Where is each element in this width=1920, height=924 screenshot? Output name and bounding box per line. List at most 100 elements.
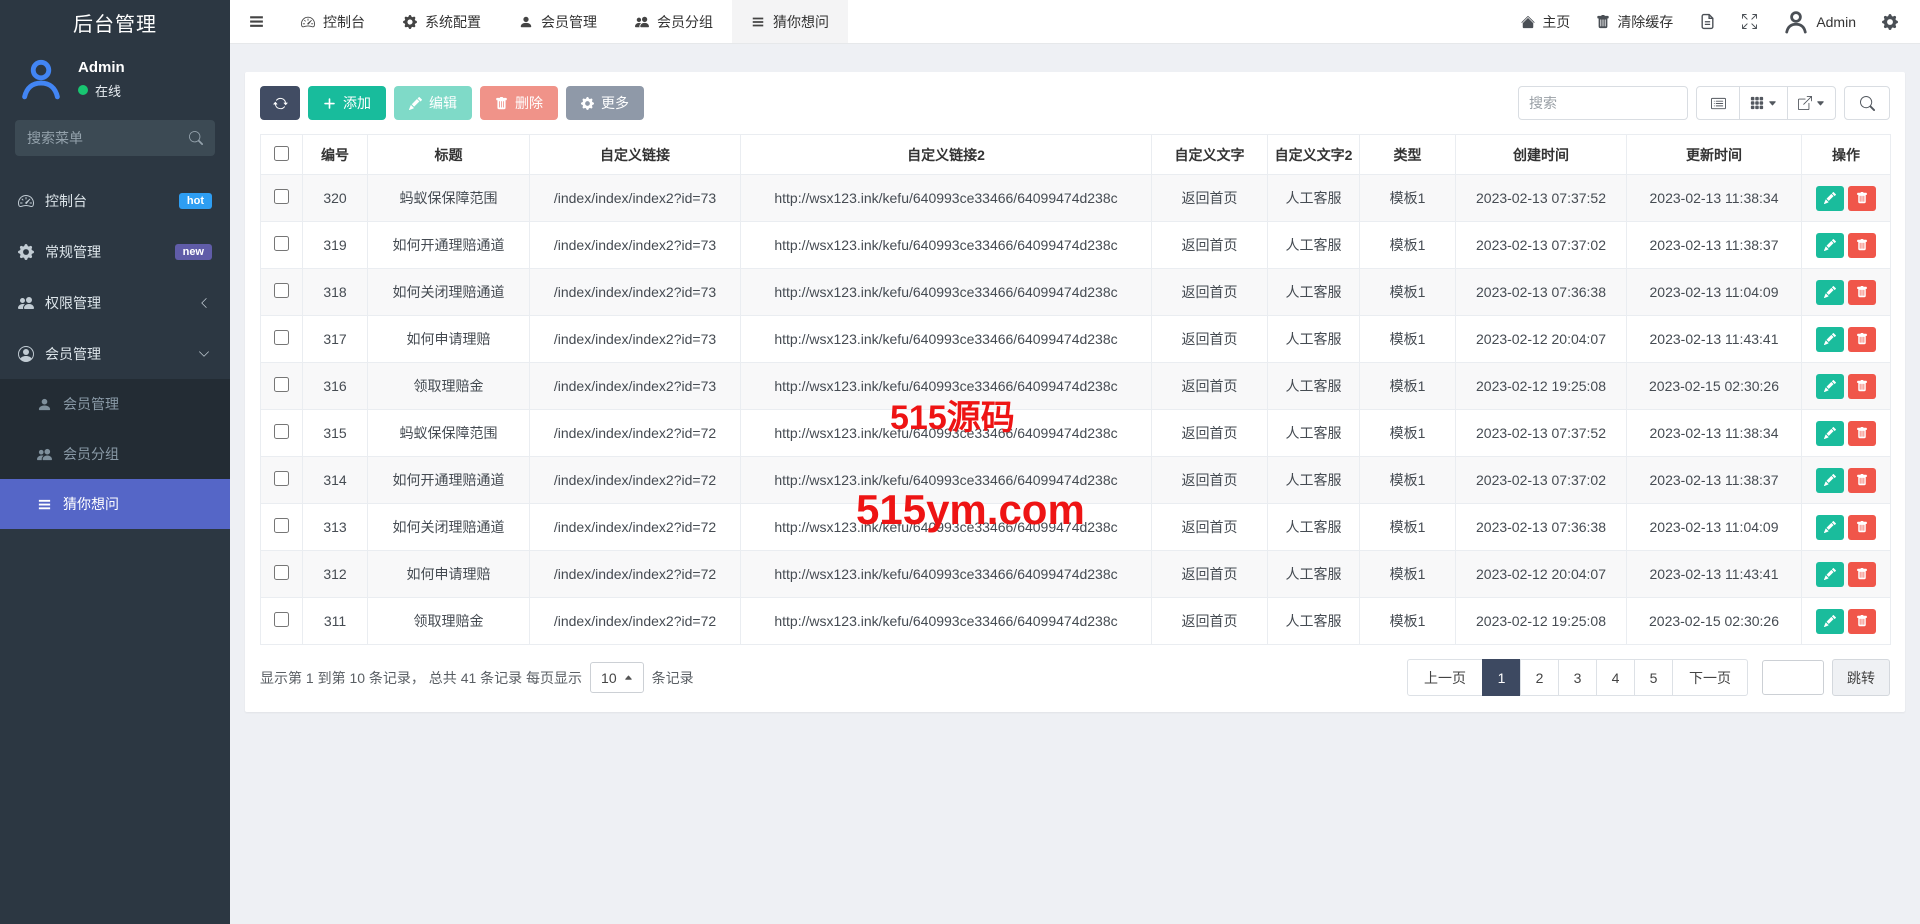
detail-view-button[interactable] bbox=[1696, 86, 1740, 120]
table-search-input[interactable] bbox=[1518, 86, 1688, 120]
row-edit-button[interactable] bbox=[1816, 374, 1844, 399]
page-size-value: 10 bbox=[601, 670, 617, 686]
add-button[interactable]: 添加 bbox=[308, 86, 386, 120]
row-edit-button[interactable] bbox=[1816, 233, 1844, 258]
cell-actions bbox=[1802, 363, 1891, 410]
sidebar-subitem-guess-questions[interactable]: 猜你想问 bbox=[0, 479, 230, 529]
table-row: 313如何关闭理赔通道/index/index/index2?id=72http… bbox=[261, 504, 1891, 551]
sidebar-toggle-button[interactable] bbox=[230, 0, 282, 43]
row-delete-button[interactable] bbox=[1848, 280, 1876, 305]
row-checkbox[interactable] bbox=[274, 236, 289, 251]
search-button[interactable] bbox=[1844, 86, 1890, 120]
sidebar-search-input[interactable]: 搜索菜单 bbox=[15, 120, 215, 156]
badge-new: new bbox=[175, 244, 212, 260]
tab-console[interactable]: 控制台 bbox=[282, 0, 384, 43]
sidebar-item-general[interactable]: 常规管理 new bbox=[0, 226, 230, 277]
row-checkbox[interactable] bbox=[274, 330, 289, 345]
row-delete-button[interactable] bbox=[1848, 327, 1876, 352]
row-delete-button[interactable] bbox=[1848, 421, 1876, 446]
row-edit-button[interactable] bbox=[1816, 280, 1844, 305]
row-checkbox[interactable] bbox=[274, 377, 289, 392]
cell-link: /index/index/index2?id=72 bbox=[530, 504, 741, 551]
cell-id: 311 bbox=[303, 598, 368, 645]
row-edit-button[interactable] bbox=[1816, 515, 1844, 540]
row-delete-button[interactable] bbox=[1848, 609, 1876, 634]
delete-button[interactable]: 删除 bbox=[480, 86, 558, 120]
tab-guess-questions[interactable]: 猜你想问 bbox=[732, 0, 848, 43]
cell-link: /index/index/index2?id=73 bbox=[530, 269, 741, 316]
prev-page-button[interactable]: 上一页 bbox=[1407, 659, 1483, 696]
jump-page-input[interactable] bbox=[1762, 660, 1824, 695]
user-icon bbox=[36, 397, 52, 412]
edit-button[interactable]: 编辑 bbox=[394, 86, 472, 120]
page-button-4[interactable]: 4 bbox=[1596, 659, 1635, 696]
row-checkbox[interactable] bbox=[274, 424, 289, 439]
row-delete-button[interactable] bbox=[1848, 374, 1876, 399]
clear-cache-link[interactable]: 清除缓存 bbox=[1596, 12, 1673, 32]
cell-text2: 人工客服 bbox=[1268, 363, 1360, 410]
tab-member-groups[interactable]: 会员分组 bbox=[616, 0, 732, 43]
cell-actions bbox=[1802, 269, 1891, 316]
sidebar-item-label: 常规管理 bbox=[45, 242, 101, 262]
row-edit-button[interactable] bbox=[1816, 468, 1844, 493]
sidebar-item-label: 控制台 bbox=[45, 191, 87, 211]
list-icon bbox=[36, 497, 52, 512]
fullscreen-icon[interactable] bbox=[1742, 14, 1757, 29]
row-edit-button[interactable] bbox=[1816, 562, 1844, 587]
row-delete-button[interactable] bbox=[1848, 562, 1876, 587]
home-link[interactable]: 主页 bbox=[1521, 12, 1570, 32]
sidebar-subitem-member-manage[interactable]: 会员管理 bbox=[0, 379, 230, 429]
tab-member-manage[interactable]: 会员管理 bbox=[500, 0, 616, 43]
chevron-left-icon bbox=[196, 297, 212, 309]
row-edit-button[interactable] bbox=[1816, 609, 1844, 634]
user-menu[interactable]: Admin bbox=[1783, 9, 1856, 35]
next-page-button[interactable]: 下一页 bbox=[1672, 659, 1748, 696]
export-button[interactable] bbox=[1787, 86, 1836, 120]
more-button[interactable]: 更多 bbox=[566, 86, 644, 120]
pagination-summary: 显示第 1 到第 10 条记录， 总共 41 条记录 每页显示 bbox=[260, 668, 582, 688]
page-size-dropdown[interactable]: 10 bbox=[590, 662, 644, 693]
settings-gear-icon[interactable] bbox=[1882, 14, 1898, 30]
tab-label: 会员分组 bbox=[657, 12, 713, 32]
row-edit-button[interactable] bbox=[1816, 186, 1844, 211]
refresh-button[interactable] bbox=[260, 86, 300, 120]
page-button-1[interactable]: 1 bbox=[1482, 659, 1521, 696]
pencil-icon bbox=[1824, 380, 1836, 392]
sidebar-subitem-label: 会员管理 bbox=[63, 394, 119, 414]
row-checkbox[interactable] bbox=[274, 612, 289, 627]
row-checkbox[interactable] bbox=[274, 565, 289, 580]
sidebar-item-label: 会员管理 bbox=[45, 344, 101, 364]
column-header: 操作 bbox=[1802, 135, 1891, 175]
row-delete-button[interactable] bbox=[1848, 233, 1876, 258]
row-delete-button[interactable] bbox=[1848, 468, 1876, 493]
row-checkbox[interactable] bbox=[274, 189, 289, 204]
user-panel: Admin 在线 bbox=[0, 44, 230, 108]
cell-actions bbox=[1802, 316, 1891, 363]
user-status-label: 在线 bbox=[95, 81, 121, 100]
page-button-2[interactable]: 2 bbox=[1520, 659, 1559, 696]
cell-actions bbox=[1802, 504, 1891, 551]
cell-updated: 2023-02-13 11:43:41 bbox=[1627, 316, 1802, 363]
sidebar-item-permissions[interactable]: 权限管理 bbox=[0, 277, 230, 328]
page-button-5[interactable]: 5 bbox=[1634, 659, 1673, 696]
cell-id: 319 bbox=[303, 222, 368, 269]
app-title: 后台管理 bbox=[0, 0, 230, 44]
tab-system-config[interactable]: 系统配置 bbox=[384, 0, 500, 43]
select-all-checkbox[interactable] bbox=[274, 146, 289, 161]
sidebar-subitem-member-groups[interactable]: 会员分组 bbox=[0, 429, 230, 479]
row-delete-button[interactable] bbox=[1848, 515, 1876, 540]
row-edit-button[interactable] bbox=[1816, 327, 1844, 352]
row-checkbox[interactable] bbox=[274, 471, 289, 486]
row-checkbox[interactable] bbox=[274, 518, 289, 533]
language-icon[interactable] bbox=[1699, 13, 1716, 30]
jump-button[interactable]: 跳转 bbox=[1832, 659, 1890, 696]
sidebar-item-members[interactable]: 会员管理 bbox=[0, 328, 230, 379]
sidebar-item-console[interactable]: 控制台hot bbox=[0, 175, 230, 226]
row-delete-button[interactable] bbox=[1848, 186, 1876, 211]
row-edit-button[interactable] bbox=[1816, 421, 1844, 446]
columns-button[interactable] bbox=[1739, 86, 1788, 120]
cell-text2: 人工客服 bbox=[1268, 222, 1360, 269]
cell-updated: 2023-02-15 02:30:26 bbox=[1627, 598, 1802, 645]
row-checkbox[interactable] bbox=[274, 283, 289, 298]
page-button-3[interactable]: 3 bbox=[1558, 659, 1597, 696]
